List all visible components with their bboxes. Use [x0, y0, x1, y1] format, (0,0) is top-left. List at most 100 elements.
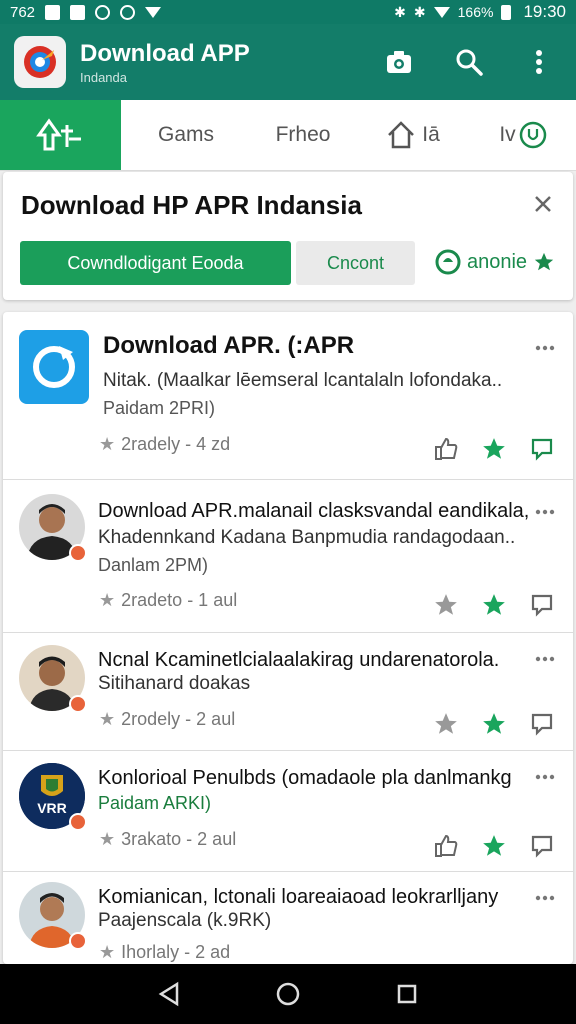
comment-button[interactable]: [529, 711, 555, 737]
item-meta-text: 2radeto - 1 aul: [121, 590, 238, 610]
share-icon: [35, 118, 81, 151]
tab-bar: Gams Frheo Iā Iv: [0, 100, 576, 171]
avatar[interactable]: VRR: [19, 763, 87, 831]
recents-square-icon: [397, 984, 416, 1004]
home-icon: [388, 121, 415, 149]
item-more-button[interactable]: [533, 338, 557, 358]
item-more-button[interactable]: [533, 502, 557, 522]
profile-circle-icon: [519, 121, 546, 149]
star-outline-icon: ★: [99, 942, 116, 962]
item-meta: ★ 2rodely - 2 aul: [99, 709, 235, 730]
recents-button[interactable]: [392, 979, 422, 1009]
like-button[interactable]: [433, 833, 459, 859]
more-horizontal-icon: [535, 509, 555, 515]
favorite-button[interactable]: [481, 711, 507, 737]
favorite-button[interactable]: [481, 592, 507, 618]
tab-home[interactable]: Iā: [355, 100, 471, 170]
home-circle-icon: [276, 982, 300, 1006]
tab-games[interactable]: Gams: [121, 100, 251, 170]
list-item[interactable]: Ncnal Kcaminetlcialaalakirag undarenator…: [3, 633, 573, 751]
item-meta: ★ Ihorlaly - 2 ad: [99, 942, 230, 963]
item-title: Komianican, lctonali loareaiaoad leokrar…: [98, 886, 499, 908]
app-title: Download APP: [80, 39, 250, 67]
tab-home-label: Iā: [422, 123, 440, 146]
bluetooth-alt-icon: ✱: [413, 3, 426, 20]
list-item[interactable]: VRR Konlorioal Penulbds (omadaole pla da…: [3, 751, 573, 872]
wifi-small-icon: [145, 6, 162, 18]
more-horizontal-icon: [535, 774, 555, 780]
search-button[interactable]: [454, 47, 484, 77]
banner-link[interactable]: anonie: [435, 249, 555, 275]
item-title: Download APR. (:APR: [103, 332, 355, 359]
item-more-button[interactable]: [533, 649, 557, 669]
item-meta: ★ 3rakato - 2 aul: [99, 829, 236, 850]
battery-icon: [501, 4, 512, 20]
item-meta-text: Ihorlaly - 2 ad: [121, 942, 231, 962]
item-actions: [433, 711, 555, 737]
app-refresh-icon: [33, 346, 75, 388]
app-subtitle: Indanda: [80, 69, 127, 85]
star-outline-icon: ★: [99, 434, 116, 454]
app-logo-icon: [24, 46, 56, 78]
comment-button[interactable]: [529, 436, 555, 462]
bluetooth-icon: ✱: [394, 3, 406, 20]
item-actions: [433, 592, 555, 618]
star-icon: [483, 713, 505, 734]
app-thumbnail[interactable]: [19, 330, 89, 404]
item-subtitle: Paidam ARKI): [98, 793, 212, 813]
list-item[interactable]: Komianican, lctonali loareaiaoad leokrar…: [3, 872, 573, 964]
avatar[interactable]: [19, 645, 87, 713]
android-icon: [120, 4, 136, 20]
item-title: Download APR.malanail clasksvandal eandi…: [98, 500, 530, 522]
comment-button[interactable]: [529, 592, 555, 618]
more-horizontal-icon: [535, 656, 555, 662]
comment-button[interactable]: [529, 833, 555, 859]
tab-video[interactable]: Frheo: [251, 100, 355, 170]
star-outline-icon: ★: [99, 829, 116, 849]
star-gray-icon: [435, 594, 457, 615]
star-gray-icon: [435, 713, 457, 734]
favorite-outline-button[interactable]: [433, 711, 459, 737]
item-more-button[interactable]: [533, 888, 557, 908]
like-button[interactable]: [433, 436, 459, 462]
list-item[interactable]: Download APR. (:APR Nitak. (Maalkar lēem…: [3, 312, 573, 480]
home-button[interactable]: [273, 979, 303, 1009]
tab-share[interactable]: [0, 100, 121, 170]
back-button[interactable]: [154, 979, 184, 1009]
item-meta: ★ 2radely - 4 zd: [99, 434, 230, 455]
avatar[interactable]: [19, 494, 87, 562]
tab-video-label: Frheo: [275, 123, 331, 146]
status-left-text: 762: [10, 3, 36, 21]
camera-button[interactable]: [384, 47, 414, 77]
promo-banner: Download HP APR Indansia Cowndlodigant E…: [3, 172, 573, 300]
list-item[interactable]: Download APR.malanail clasksvandal eandi…: [3, 480, 573, 633]
banner-close-button[interactable]: [529, 190, 557, 218]
thumbs-up-icon: [435, 834, 458, 857]
app-logo[interactable]: [14, 36, 66, 88]
favorite-button[interactable]: [481, 436, 507, 462]
download-primary-button[interactable]: Cowndlodigant Eooda: [20, 241, 291, 285]
sync-icon: [95, 4, 111, 20]
star-outline-icon: ★: [99, 709, 116, 729]
item-actions: [433, 436, 555, 462]
favorite-button[interactable]: [481, 833, 507, 859]
brand-logo-text: VRR: [37, 800, 67, 816]
close-icon: [535, 196, 551, 212]
wifi-icon: [433, 6, 450, 18]
tab-more[interactable]: Iv: [471, 100, 576, 170]
item-actions: [433, 833, 555, 859]
tab-more-label: Iv: [499, 123, 516, 146]
secondary-button[interactable]: Cncont: [296, 241, 415, 285]
overflow-menu-button[interactable]: [524, 47, 554, 77]
more-horizontal-icon: [535, 895, 555, 901]
item-title: Ncnal Kcaminetlcialaalakirag undarenator…: [98, 649, 500, 671]
avatar-badge: [69, 813, 87, 831]
avatar[interactable]: [19, 882, 87, 950]
comment-icon: [531, 438, 553, 461]
item-meta: ★ 2radeto - 1 aul: [99, 590, 237, 611]
more-horizontal-icon: [535, 345, 555, 351]
favorite-outline-button[interactable]: [433, 592, 459, 618]
item-more-button[interactable]: [533, 767, 557, 787]
battery-percent: 166%: [457, 4, 494, 20]
item-description: Sitihanard doakas: [98, 673, 251, 694]
